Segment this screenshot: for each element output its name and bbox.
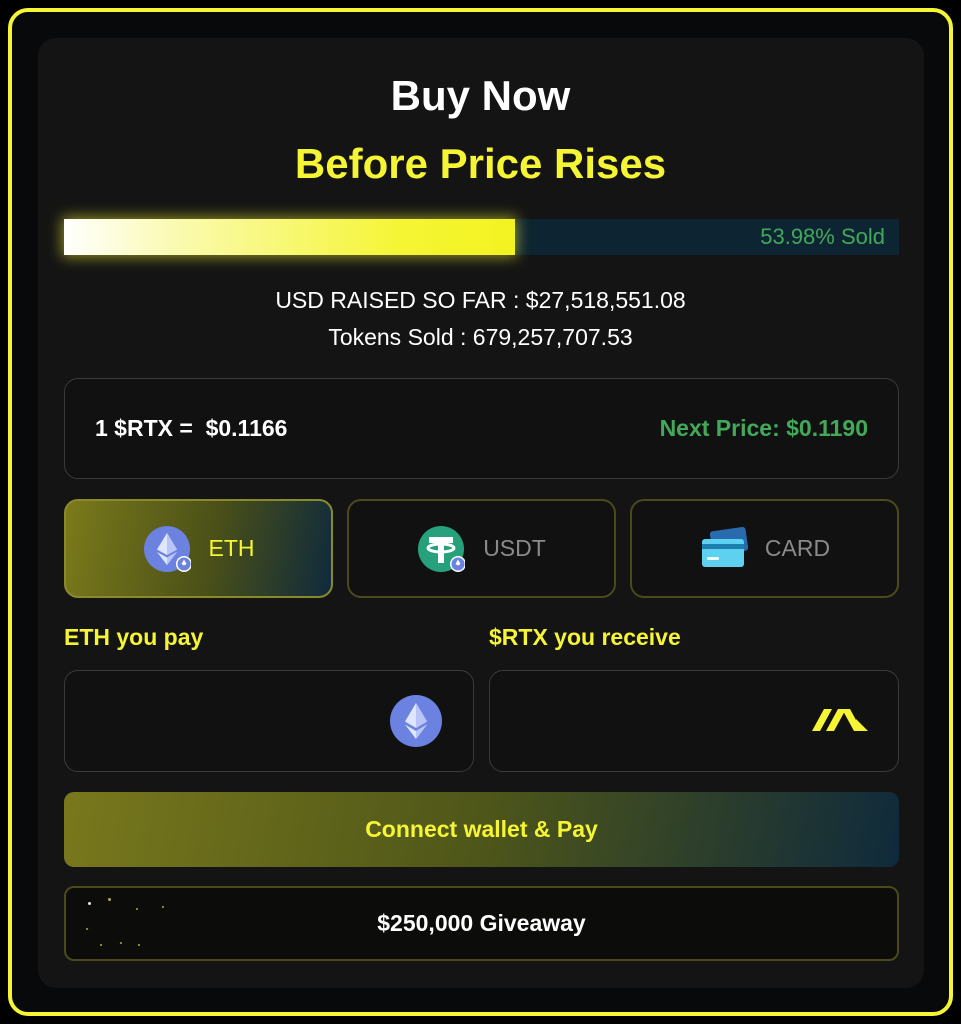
usdt-icon [417,525,467,573]
sparkle-decoration [120,942,122,944]
pay-amount-box [64,670,474,772]
connect-wallet-pay-button[interactable]: Connect wallet & Pay [64,792,899,867]
sparkle-decoration [108,898,111,901]
sale-progress-label: 53.98% Sold [760,224,885,249]
tokens-sold-text: Tokens Sold : 679,257,707.53 [328,324,633,350]
rtx-token-icon [812,705,868,740]
tab-card-label: CARD [764,535,831,561]
current-price: 1 $RTX = $0.1166 [95,415,288,441]
receive-amount-box [489,670,899,772]
sparkle-decoration [88,902,91,905]
sparkle-decoration [138,944,140,946]
price-info-box: 1 $RTX = $0.1166 Next Price: $0.1190 [64,378,899,479]
usd-raised-text: USD RAISED SO FAR : $27,518,551.08 [275,287,686,313]
page-subtitle: Before Price Rises [294,140,667,187]
sparkle-decoration [162,906,164,908]
giveaway-button[interactable]: $250,000 Giveaway [64,886,899,961]
eth-icon [143,525,192,573]
eth-icon [389,694,443,753]
tab-usdt[interactable]: USDT [347,499,616,598]
giveaway-label: $250,000 Giveaway [377,910,586,936]
sale-progress-bar: 53.98% Sold [64,219,899,255]
tab-usdt-label: USDT [483,535,546,561]
tab-eth-label: ETH [208,535,255,561]
pay-field-label: ETH you pay [64,624,204,650]
credit-card-icon [699,525,749,573]
sparkle-decoration [100,944,102,946]
sparkle-decoration [136,908,138,910]
receive-amount-input[interactable] [510,701,800,741]
page-title: Buy Now [390,72,571,119]
tab-card[interactable]: CARD [630,499,899,598]
receive-field-label: $RTX you receive [489,624,681,650]
sale-progress-fill [64,219,515,255]
tab-eth[interactable]: ETH [64,499,333,598]
sparkle-decoration [86,928,88,930]
next-price: Next Price: $0.1190 [659,415,868,441]
pay-amount-input[interactable] [85,701,375,741]
